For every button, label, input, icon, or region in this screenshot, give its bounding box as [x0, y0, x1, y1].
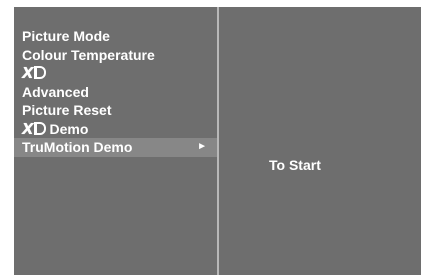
arrow-right-icon: ► — [197, 141, 207, 152]
menu-item-label: Demo — [49, 120, 89, 137]
menu-item-label: Picture Mode — [22, 28, 110, 44]
tv-osd-picture-menu: Picture Mode Colour Temperature XDX Adva… — [14, 7, 421, 275]
picture-menu-panel: Picture Mode Colour Temperature XDX Adva… — [14, 7, 219, 275]
menu-item-label: TruMotion Demo — [22, 139, 133, 155]
menu-item-xd-demo[interactable]: XDX Demo — [14, 120, 217, 139]
menu-item-xd[interactable]: XDX — [14, 64, 217, 83]
menu-item-label: Colour Temperature — [22, 46, 155, 63]
xd-logo-icon: XDX — [22, 120, 46, 139]
submenu-panel: To Start — [219, 7, 421, 275]
to-start-option[interactable]: To Start — [269, 157, 321, 173]
menu-item-label: Advanced — [22, 83, 89, 100]
menu-item-trumotion-demo[interactable]: TruMotion Demo ► — [14, 138, 217, 157]
menu-item-label: Picture Reset — [22, 102, 112, 118]
xd-logo-icon: XDX — [22, 64, 46, 83]
menu-item-colour-temperature[interactable]: Colour Temperature — [14, 46, 217, 65]
picture-menu-list: Picture Mode Colour Temperature XDX Adva… — [14, 27, 217, 157]
menu-item-picture-mode[interactable]: Picture Mode — [14, 27, 217, 46]
menu-item-picture-reset[interactable]: Picture Reset — [14, 101, 217, 120]
menu-item-advanced[interactable]: Advanced — [14, 83, 217, 102]
